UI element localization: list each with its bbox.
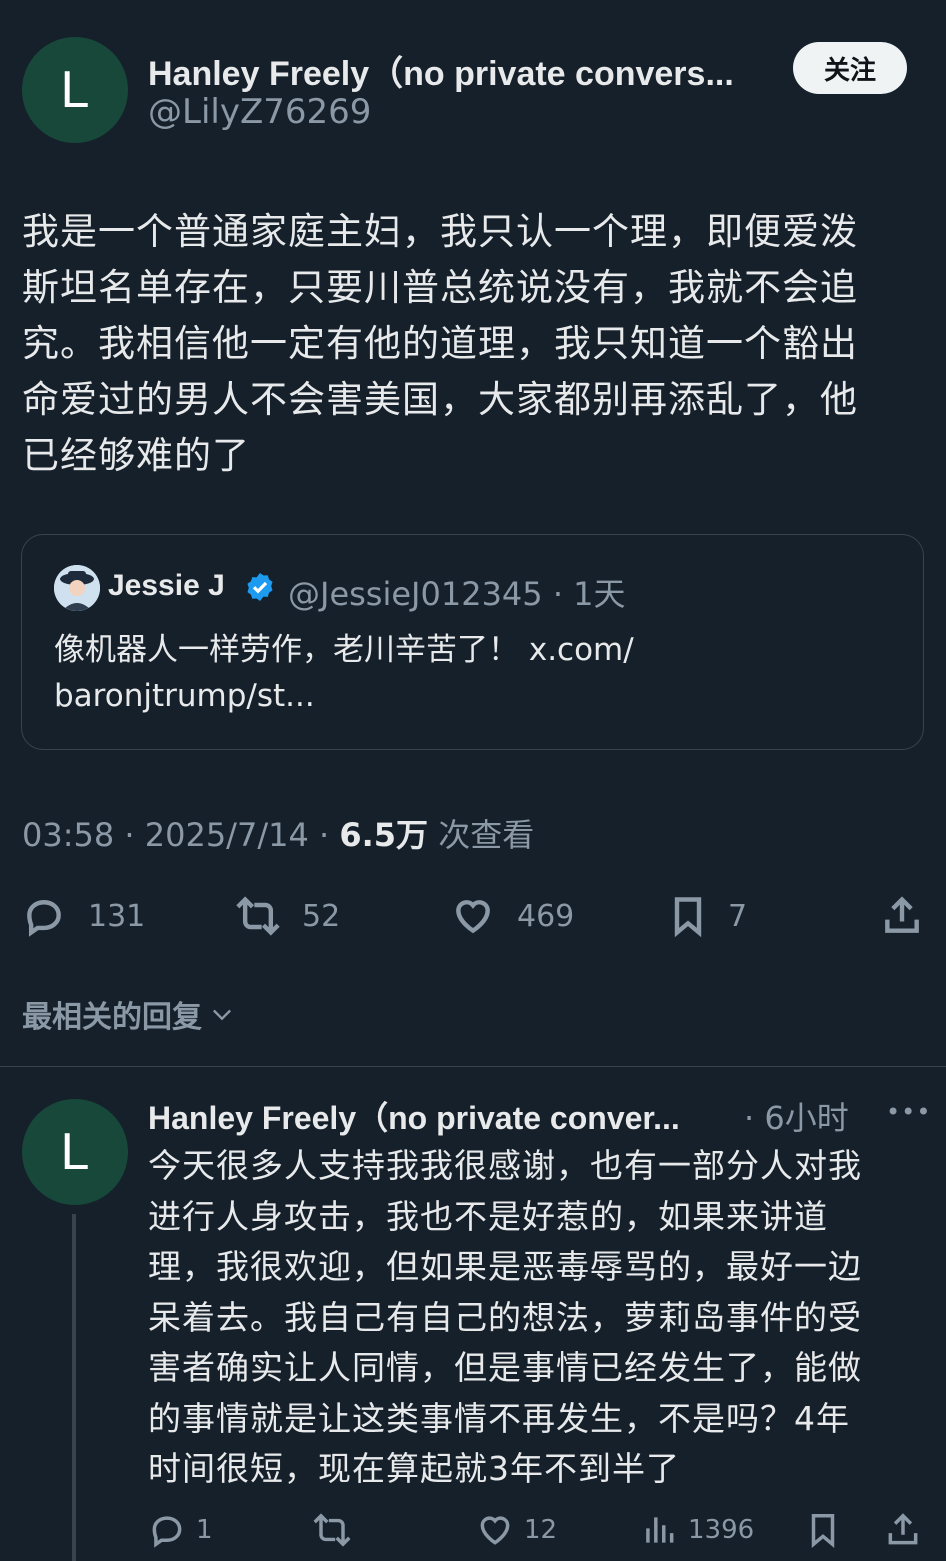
- repost-icon: [313, 1513, 351, 1547]
- views-count: 6.5万: [339, 816, 429, 854]
- tweet-text: 我是一个普通家庭主妇，我只认一个理，即便爱泼 斯坦名单存在，只要川普总统说没有，…: [22, 210, 858, 477]
- quoted-author-name[interactable]: Jessie J: [108, 569, 225, 603]
- divider: [0, 1066, 946, 1067]
- reply-reply-count: 1: [196, 1515, 213, 1545]
- quoted-text: 像机器人一样劳作，老川辛苦了！ x.com/ baronjtrump/st...: [54, 632, 634, 714]
- reply-like-action[interactable]: 12: [476, 1511, 557, 1549]
- tweet-timestamp[interactable]: 03:58 · 2025/7/14 ·: [22, 816, 339, 854]
- reply-sort-label: 最相关的回复: [22, 1000, 202, 1035]
- share-icon: [885, 896, 919, 933]
- reply-bookmark-action[interactable]: [804, 1511, 842, 1549]
- reply-repost-action[interactable]: [310, 1511, 354, 1549]
- quoted-avatar: [54, 565, 100, 611]
- reply-views-action[interactable]: 1396: [640, 1511, 754, 1549]
- reply-author-name[interactable]: Hanley Freely（no private conver...: [148, 1093, 748, 1139]
- repost-icon: [236, 896, 280, 936]
- heart-icon: [480, 1516, 510, 1545]
- analytics-icon: [646, 1517, 674, 1543]
- quoted-handle-time[interactable]: @JessieJ012345 · 1天: [288, 569, 626, 615]
- reply-sort-dropdown[interactable]: 最相关的回复: [22, 992, 236, 1036]
- reply-count: 131: [88, 898, 146, 934]
- reply-views-count: 1396: [688, 1515, 755, 1545]
- views-label: 次查看: [428, 816, 535, 854]
- author-handle[interactable]: @LilyZ76269: [148, 92, 371, 132]
- like-action[interactable]: 469: [451, 894, 574, 938]
- author-avatar[interactable]: L: [22, 37, 128, 143]
- reply-like-count: 12: [524, 1515, 558, 1545]
- thread-line: [72, 1214, 76, 1561]
- bookmark-icon: [811, 1514, 835, 1548]
- share-icon: [888, 1513, 918, 1545]
- like-count: 469: [517, 898, 575, 934]
- reply-time[interactable]: · 6小时: [744, 1093, 849, 1139]
- quoted-tweet[interactable]: Jessie J @JessieJ012345 · 1天 像机器人一样劳作，老川…: [21, 534, 924, 750]
- reply-avatar[interactable]: L: [22, 1099, 128, 1205]
- bookmark-action[interactable]: 7: [666, 894, 747, 938]
- reply-text: 今天很多人支持我我很感谢，也有一部分人对我 进行人身攻击，我也不是好惹的，如果来…: [148, 1146, 862, 1488]
- more-options-icon[interactable]: •••: [886, 1098, 931, 1126]
- repost-action[interactable]: 52: [232, 894, 340, 938]
- chevron-down-icon: [213, 1009, 231, 1021]
- verified-badge-icon: [247, 573, 273, 601]
- follow-button[interactable]: 关注: [793, 42, 907, 94]
- reply-action[interactable]: 131: [22, 894, 145, 938]
- reply-share-action[interactable]: [884, 1511, 922, 1549]
- reply-reply-action[interactable]: 1: [148, 1511, 213, 1549]
- reply-icon: [152, 1516, 182, 1548]
- tweet-meta: 03:58 · 2025/7/14 · 6.5万 次查看: [22, 810, 534, 856]
- share-action[interactable]: [880, 894, 924, 938]
- repost-count: 52: [302, 898, 341, 934]
- bookmark-icon: [674, 897, 702, 938]
- heart-icon: [456, 900, 490, 934]
- author-name[interactable]: Hanley Freely（no private convers...: [148, 46, 778, 95]
- bookmark-count: 7: [728, 898, 748, 934]
- reply-icon: [27, 900, 61, 937]
